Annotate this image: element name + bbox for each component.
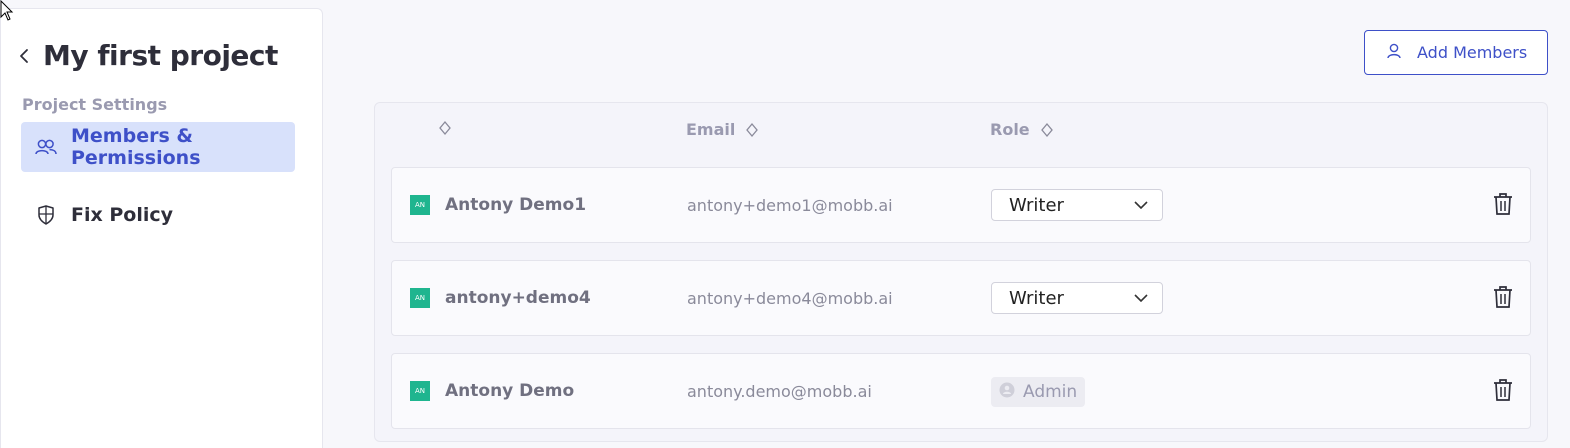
- admin-icon: [999, 382, 1015, 402]
- sidebar-item-label: Members & Permissions: [71, 125, 201, 169]
- role-select[interactable]: Writer: [991, 189, 1163, 221]
- mouse-cursor-icon: [0, 0, 14, 26]
- avatar: AN: [410, 288, 430, 308]
- member-email: antony.demo@mobb.ai: [687, 382, 872, 401]
- sort-icon[interactable]: [438, 120, 452, 136]
- table-row: AN antony+demo4 antony+demo4@mobb.ai Wri…: [391, 260, 1531, 336]
- user-icon: [1387, 43, 1401, 63]
- section-label: Project Settings: [22, 95, 168, 114]
- member-name: antony+demo4: [445, 288, 591, 308]
- chevron-down-icon: [1134, 294, 1148, 302]
- member-name: Antony Demo1: [445, 195, 587, 215]
- project-header: My first project: [19, 39, 278, 72]
- sort-icon[interactable]: [745, 122, 759, 138]
- column-header-name: [438, 120, 452, 136]
- role-badge: Admin: [991, 377, 1086, 407]
- sidebar-item-members-permissions[interactable]: Members & Permissions: [21, 122, 295, 172]
- users-icon: [35, 136, 57, 158]
- member-email: antony+demo1@mobb.ai: [687, 196, 893, 215]
- avatar: AN: [410, 195, 430, 215]
- trash-icon: [1494, 379, 1512, 401]
- shield-icon: [35, 204, 57, 226]
- page-title: My first project: [43, 39, 278, 72]
- sidebar-item-label: Fix Policy: [71, 204, 174, 226]
- column-header-role: Role: [990, 120, 1054, 139]
- add-members-label: Add Members: [1417, 43, 1528, 62]
- role-select[interactable]: Writer: [991, 282, 1163, 314]
- member-name: Antony Demo: [445, 381, 575, 401]
- member-email: antony+demo4@mobb.ai: [687, 289, 893, 308]
- delete-member-button[interactable]: [1493, 192, 1515, 218]
- table-row: AN Antony Demo antony.demo@mobb.ai Admin: [391, 353, 1531, 429]
- avatar: AN: [410, 381, 430, 401]
- add-members-button[interactable]: Add Members: [1364, 30, 1548, 75]
- delete-member-button[interactable]: [1493, 285, 1515, 311]
- table-row: AN Antony Demo1 antony+demo1@mobb.ai Wri…: [391, 167, 1531, 243]
- chevron-left-icon[interactable]: [19, 46, 33, 66]
- sidebar-item-fix-policy[interactable]: Fix Policy: [21, 190, 295, 240]
- chevron-down-icon: [1134, 201, 1148, 209]
- delete-member-button[interactable]: [1493, 378, 1515, 404]
- trash-icon: [1494, 286, 1512, 308]
- sort-icon[interactable]: [1040, 122, 1054, 138]
- column-header-email: Email: [686, 120, 759, 139]
- trash-icon: [1494, 193, 1512, 215]
